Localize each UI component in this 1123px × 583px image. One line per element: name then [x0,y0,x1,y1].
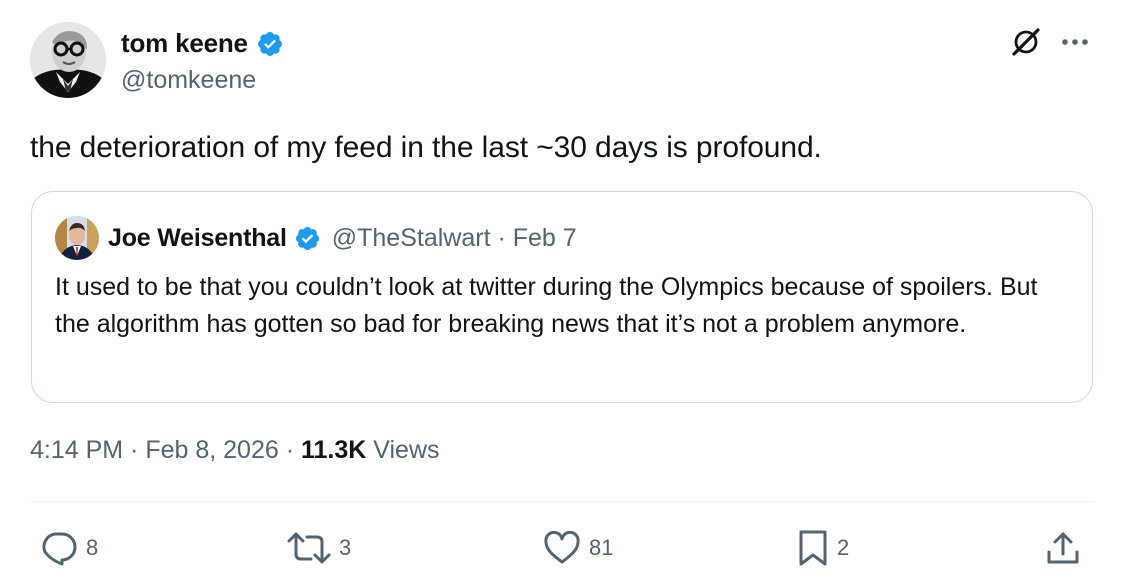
heart-icon [544,531,580,564]
tweet-detail: tom keene @tomkeene the deterioration of… [0,0,1123,583]
author-name-row: tom keene [121,28,284,59]
author-name[interactable]: tom keene [121,28,248,59]
verified-badge-icon[interactable] [256,30,284,58]
quoted-tweet-text: It used to be that you couldn’t look at … [55,273,1038,338]
quoted-author-name[interactable]: Joe Weisenthal [108,224,287,253]
more-dots-icon [1062,39,1088,45]
quoted-tweet-header: Joe Weisenthal @TheStalwart · Feb 7 [55,216,577,260]
tweet-meta: 4:14 PM · Feb 8, 2026 · 11.3K Views [30,436,440,465]
tweet-text: the deterioration of my feed in the last… [30,131,822,164]
author-avatar-image [30,22,106,98]
views-label: Views [366,436,440,464]
views-count: 11.3K [300,436,367,464]
quoted-tweet-card[interactable]: Joe Weisenthal @TheStalwart · Feb 7 It u… [31,191,1093,403]
quoted-verified-badge-icon [295,226,319,250]
share-icon [1047,532,1079,564]
repost-button[interactable]: 3 [287,530,351,566]
repost-count: 3 [339,535,352,560]
more-options-button[interactable] [1057,28,1093,56]
bookmark-button[interactable]: 2 [797,530,849,566]
reply-button[interactable]: 8 [40,530,98,566]
grok-icon [1012,28,1040,56]
author-avatar[interactable] [30,22,106,98]
like-count: 81 [589,535,614,560]
quoted-author-avatar[interactable] [55,216,99,260]
reply-icon [42,532,77,566]
like-button[interactable]: 81 [543,530,613,566]
bookmark-icon [799,530,827,566]
repost-icon [287,532,331,564]
timestamp[interactable]: 4:14 PM · Feb 8, 2026 · [30,436,301,464]
quoted-handle-date: @TheStalwart · Feb 7 [331,223,577,252]
share-button[interactable] [1045,530,1081,566]
quoted-author-avatar-image [55,216,99,260]
bookmark-count: 2 [837,535,850,560]
grok-button[interactable] [1008,24,1044,60]
reply-count: 8 [86,535,99,560]
divider [30,501,1093,502]
author-handle[interactable]: @tomkeene [121,66,256,95]
